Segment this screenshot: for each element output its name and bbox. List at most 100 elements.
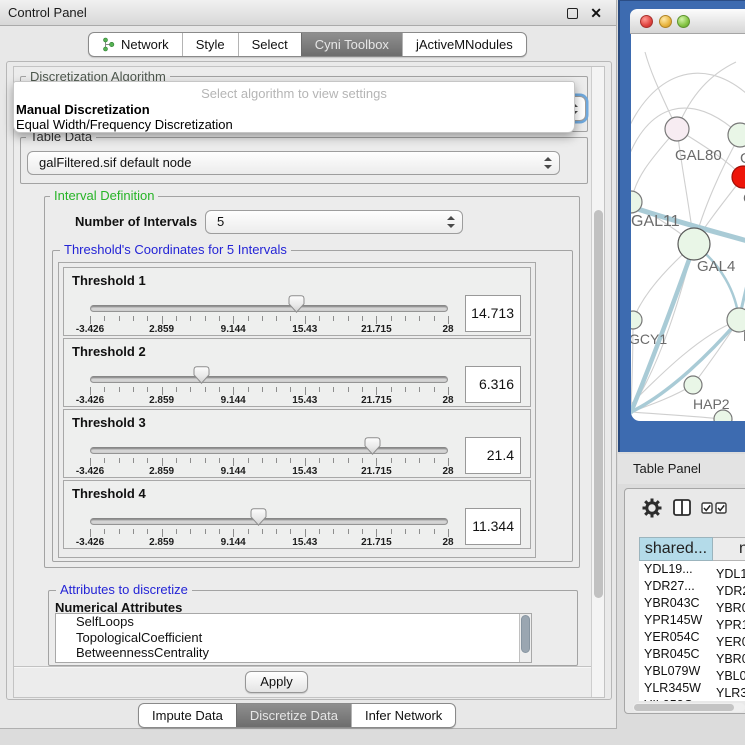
tab-style[interactable]: Style [182, 33, 238, 56]
table-h-scrollbar[interactable] [633, 703, 745, 712]
slider-thumb[interactable] [193, 366, 210, 384]
checkbox-icon[interactable] [701, 502, 713, 514]
cell-shared-name: YBR043C [639, 595, 713, 612]
number-of-intervals-value: 5 [217, 211, 224, 233]
node-label: GCY1 [631, 331, 667, 347]
slider-thumb[interactable] [364, 437, 381, 455]
combo-stepper-icon [447, 216, 455, 228]
threshold-value-field[interactable]: 21.4 [465, 437, 521, 474]
tab-label: Style [196, 33, 225, 56]
table-row[interactable]: YPR145WYPR1 [639, 612, 745, 629]
apply-button[interactable]: Apply [245, 671, 308, 693]
list-scrollbar-thumb[interactable] [521, 615, 530, 653]
cell-shared-name: YDR27... [639, 578, 713, 595]
panel-scrollbar-thumb[interactable] [594, 210, 603, 598]
scale-label: 15.43 [292, 395, 317, 406]
mode-tab-discretize-data[interactable]: Discretize Data [236, 704, 351, 727]
table-row[interactable]: YDL19...YDL1 [639, 561, 745, 578]
mode-tab-infer-network[interactable]: Infer Network [351, 704, 455, 727]
close-traffic-light[interactable] [640, 15, 653, 28]
attributes-group-title: Attributes to discretize [56, 583, 192, 597]
table-row[interactable]: YER054CYER0 [639, 629, 745, 646]
threshold-slider[interactable]: -3.4262.8599.14415.4321.71528 [90, 339, 448, 408]
slider-track[interactable] [90, 305, 448, 312]
scale-label: 9.144 [221, 537, 246, 548]
table-row[interactable]: YIL052CYIL0 [639, 697, 745, 701]
table-row[interactable]: YBR045CYBR0 [639, 646, 745, 663]
float-window-icon[interactable] [567, 8, 578, 19]
algorithm-dropdown-popup: Select algorithm to view settings Manual… [13, 81, 575, 133]
threshold-slider[interactable]: -3.4262.8599.14415.4321.71528 [90, 481, 448, 550]
close-icon[interactable]: ✕ [590, 3, 602, 23]
node-gal4[interactable] [678, 228, 710, 260]
threshold-value-field[interactable]: 14.713 [465, 295, 521, 332]
table-data-combobox[interactable]: galFiltered.sif default node [27, 151, 560, 175]
tab-label: Select [252, 33, 288, 56]
node-label: GAL11 [631, 213, 680, 230]
list-scrollbar[interactable] [519, 614, 531, 662]
node-gal80[interactable] [665, 117, 689, 141]
table-h-scrollbar-thumb[interactable] [634, 704, 734, 711]
algorithm-option-manual[interactable]: Manual Discretization [14, 102, 574, 117]
cell-shared-name: YDL19... [639, 561, 713, 578]
threshold-value-field[interactable]: 11.344 [465, 508, 521, 545]
node-selected-red[interactable] [732, 166, 745, 188]
gear-icon[interactable] [642, 498, 662, 518]
number-of-intervals-combobox[interactable]: 5 [205, 210, 463, 234]
mode-tab-impute-data[interactable]: Impute Data [139, 704, 236, 727]
scale-label: 21.715 [361, 537, 392, 548]
scale-label: -3.426 [76, 395, 104, 406]
slider-track[interactable] [90, 447, 448, 454]
cyni-mode-tabstrip: Impute Data Discretize DataInfer Network [138, 703, 456, 728]
table-row[interactable]: YLR345WYLR3 [639, 680, 745, 697]
node-label: GAL4 [697, 258, 735, 275]
algorithm-option-equal-width[interactable]: Equal Width/Frequency Discretization [14, 117, 574, 132]
control-panel-window: Control Panel ✕ NetworkStyleSelectCyni T… [0, 0, 617, 729]
threshold-slider[interactable]: -3.4262.8599.14415.4321.71528 [90, 410, 448, 479]
footer-separator [14, 666, 604, 668]
numerical-attributes-list[interactable]: SelfLoopsTopologicalCoefficientBetweenne… [55, 613, 532, 663]
minimize-traffic-light[interactable] [659, 15, 672, 28]
column-header-name[interactable]: na [713, 537, 745, 561]
panel-scrollbar[interactable] [591, 67, 604, 697]
slider-thumb[interactable] [288, 295, 305, 313]
combo-stepper-icon [544, 157, 552, 169]
table-row[interactable]: YDR27...YDR2 [639, 578, 745, 595]
tab-label: Impute Data [152, 704, 223, 727]
slider-thumb[interactable] [250, 508, 267, 526]
slider-track[interactable] [90, 518, 448, 525]
threshold-slider[interactable]: -3.4262.8599.14415.4321.71528 [90, 268, 448, 337]
zoom-traffic-light[interactable] [677, 15, 690, 28]
screen: Control Panel ✕ NetworkStyleSelectCyni T… [0, 0, 745, 745]
scale-label: 2.859 [149, 537, 174, 548]
node-label: GAL80 [675, 147, 722, 164]
scale-label: 15.43 [292, 466, 317, 477]
attribute-item[interactable]: TopologicalCoefficient [56, 630, 531, 646]
threshold-value-field[interactable]: 6.316 [465, 366, 521, 403]
attribute-item[interactable]: BetweennessCentrality [56, 645, 531, 661]
checkbox-icon[interactable] [715, 502, 727, 514]
network-canvas[interactable]: GAL80 GA C GAL11 GAL4 GCY1 H HAP2 [631, 34, 745, 421]
column-layout-icon[interactable] [673, 499, 691, 516]
slider-track[interactable] [90, 376, 448, 383]
table-row[interactable]: YBL079WYBL0 [639, 663, 745, 680]
node-hap2[interactable] [684, 376, 702, 394]
scale-label: 21.715 [361, 466, 392, 477]
table-row[interactable]: YBR043CYBR0 [639, 595, 745, 612]
network-graph: GAL80 GA C GAL11 GAL4 GCY1 H HAP2 [631, 34, 745, 421]
node-label: GA [740, 150, 745, 167]
table-body[interactable]: YDL19...YDL1YDR27...YDR2YBR043CYBR0YPR14… [639, 561, 745, 701]
threshold-panel-1: Threshold 1-3.4262.8599.14415.4321.71528… [63, 267, 531, 336]
cell-shared-name: YBR045C [639, 646, 713, 663]
column-header-shared[interactable]: shared... [639, 537, 713, 561]
scale-label: 28 [442, 537, 453, 548]
algorithm-hint: Select algorithm to view settings [14, 86, 574, 102]
tab-jactivemnodules[interactable]: jActiveMNodules [402, 33, 526, 56]
node-gcy1[interactable] [631, 311, 642, 329]
scale-label: 28 [442, 395, 453, 406]
threshold-panel-4: Threshold 4-3.4262.8599.14415.4321.71528… [63, 480, 531, 549]
tab-select[interactable]: Select [238, 33, 301, 56]
attribute-item[interactable]: SelfLoops [56, 614, 531, 630]
tab-network[interactable]: Network [89, 33, 182, 56]
tab-cyni-toolbox[interactable]: Cyni Toolbox [301, 33, 402, 56]
